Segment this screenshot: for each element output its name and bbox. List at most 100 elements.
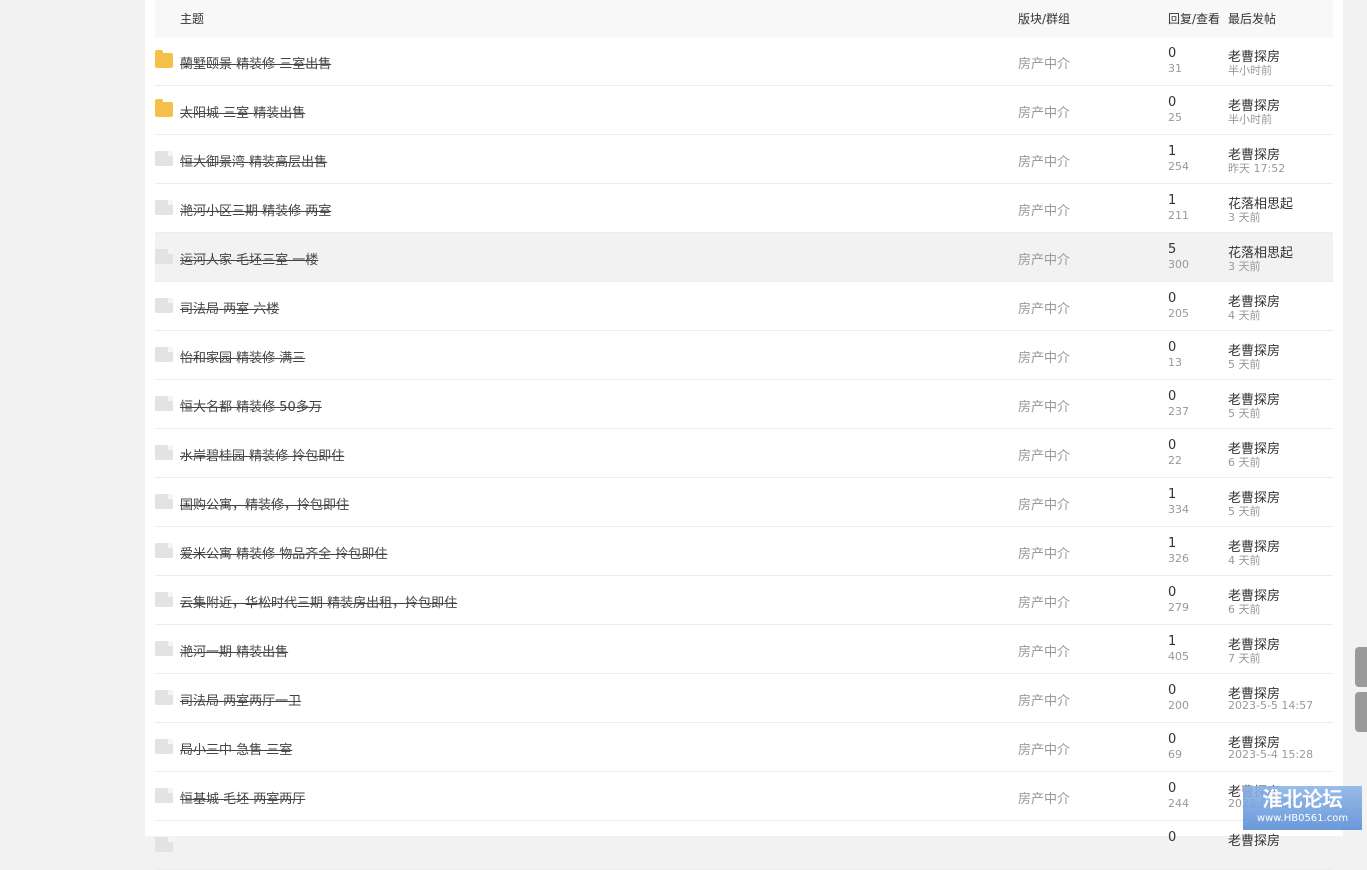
thread-title-link[interactable]: 恒基城 毛坯 两室两厅 (180, 788, 305, 807)
file-gray-icon[interactable] (155, 543, 173, 558)
thread-forum-link[interactable]: 房产中介 (1018, 151, 1070, 170)
thread-forum-link[interactable]: 房产中介 (1018, 249, 1070, 268)
thread-forum-link[interactable]: 房产中介 (1018, 788, 1070, 807)
thread-title-link[interactable]: 水岸碧桂园 精装修 拎包即住 (180, 445, 344, 464)
view-count: 237 (1168, 405, 1189, 418)
table-row[interactable]: 0 老曹探房 (155, 821, 1333, 870)
file-gray-icon[interactable] (155, 494, 173, 509)
table-row[interactable]: 滟河一期 精装出售 房产中介 1 405 老曹探房 7 天前 (155, 625, 1333, 674)
last-post-time[interactable]: 6 天前 (1228, 601, 1261, 617)
reply-count: 0 (1168, 340, 1177, 355)
side-float-button-top[interactable] (1355, 647, 1367, 687)
thread-title-link[interactable]: 滟河一期 精装出售 (180, 641, 288, 660)
header-subject: 主题 (180, 12, 205, 26)
thread-title-link[interactable]: 司法局 两室两厅一卫 (180, 690, 301, 709)
last-post-time[interactable]: 4 天前 (1228, 552, 1261, 568)
thread-title-link[interactable]: 恒大名都 精装修 50多万 (180, 396, 322, 415)
thread-title-link[interactable]: 恒大御景湾 精装高层出售 (180, 151, 327, 170)
thread-title-link[interactable]: 云集附近，华松时代三期 精装房出租，拎包即住 (180, 592, 457, 611)
file-gray-icon[interactable] (155, 249, 173, 264)
view-count: 211 (1168, 209, 1189, 222)
file-gray-icon[interactable] (155, 200, 173, 215)
file-gray-icon[interactable] (155, 641, 173, 656)
table-row[interactable]: 爱米公寓 精装修 物品齐全 拎包即住 房产中介 1 326 老曹探房 4 天前 (155, 527, 1333, 576)
thread-title-link[interactable]: 局小三中 急售 三室 (180, 739, 292, 758)
thread-forum-link[interactable]: 房产中介 (1018, 102, 1070, 121)
last-post-time[interactable]: 6 天前 (1228, 454, 1261, 470)
reply-count: 0 (1168, 830, 1177, 845)
last-post-time[interactable]: 半小时前 (1228, 62, 1272, 78)
file-gray-icon[interactable] (155, 592, 173, 607)
file-gray-icon[interactable] (155, 396, 173, 411)
thread-title-link[interactable]: 运河人家 毛坯三室 一楼 (180, 249, 318, 268)
thread-forum-link[interactable]: 房产中介 (1018, 347, 1070, 366)
thread-title-link[interactable]: 蘭墅颐景 精装修 三室出售 (180, 53, 331, 72)
file-gray-icon[interactable] (155, 837, 173, 852)
thread-title-link[interactable]: 爱米公寓 精装修 物品齐全 拎包即住 (180, 543, 387, 562)
thread-forum-link[interactable]: 房产中介 (1018, 53, 1070, 72)
thread-title-link[interactable]: 国购公寓，精装修，拎包即住 (180, 494, 349, 513)
thread-title-link[interactable]: 滟河小区三期 精装修 两室 (180, 200, 331, 219)
table-row[interactable]: 水岸碧桂园 精装修 拎包即住 房产中介 0 22 老曹探房 6 天前 (155, 429, 1333, 478)
file-gray-icon[interactable] (155, 151, 173, 166)
last-post-time[interactable]: 5 天前 (1228, 503, 1261, 519)
file-gray-icon[interactable] (155, 739, 173, 754)
thread-title-link[interactable]: 司法局 两室 六楼 (180, 298, 279, 317)
last-post-time[interactable]: 昨天 17:52 (1228, 160, 1285, 176)
watermark-title: 淮北论坛 (1262, 787, 1343, 811)
thread-forum-link[interactable]: 房产中介 (1018, 396, 1070, 415)
thread-forum-link[interactable]: 房产中介 (1018, 592, 1070, 611)
last-post-time[interactable]: 7 天前 (1228, 650, 1261, 666)
thread-forum-link[interactable]: 房产中介 (1018, 641, 1070, 660)
folder-yellow-icon[interactable] (155, 50, 173, 68)
table-header: 主题 版块/群组 回复/查看 最后发帖 (155, 0, 1333, 37)
table-row[interactable]: 云集附近，华松时代三期 精装房出租，拎包即住 房产中介 0 279 老曹探房 6 天前 (155, 576, 1333, 625)
thread-forum-link[interactable]: 房产中介 (1018, 690, 1070, 709)
reply-count: 0 (1168, 95, 1177, 110)
header-last-post[interactable]: 最后发帖 (1228, 10, 1276, 27)
thread-title-link[interactable]: 怡和家园 精装修 满三 (180, 347, 305, 366)
thread-forum-link[interactable]: 房产中介 (1018, 739, 1070, 758)
last-post-time[interactable]: 2023-5-4 15:28 (1228, 748, 1313, 761)
last-post-time[interactable]: 半小时前 (1228, 111, 1272, 127)
table-row[interactable]: 恒大名都 精装修 50多万 房产中介 0 237 老曹探房 5 天前 (155, 380, 1333, 429)
thread-forum-link[interactable]: 房产中介 (1018, 543, 1070, 562)
table-row[interactable]: 恒大御景湾 精装高层出售 房产中介 1 254 老曹探房 昨天 17:52 (155, 135, 1333, 184)
thread-forum-link[interactable]: 房产中介 (1018, 200, 1070, 219)
thread-forum-link[interactable]: 房产中介 (1018, 298, 1070, 317)
view-count: 244 (1168, 797, 1189, 810)
header-forum: 版块/群组 (1018, 12, 1071, 26)
last-post-time[interactable]: 5 天前 (1228, 356, 1261, 372)
table-row[interactable]: 太阳城 三室 精装出售 房产中介 0 25 老曹探房 半小时前 (155, 86, 1333, 135)
view-count: 279 (1168, 601, 1189, 614)
thread-forum-link[interactable]: 房产中介 (1018, 494, 1070, 513)
reply-count: 0 (1168, 389, 1177, 404)
folder-yellow-icon[interactable] (155, 99, 173, 117)
table-row[interactable]: 国购公寓，精装修，拎包即住 房产中介 1 334 老曹探房 5 天前 (155, 478, 1333, 527)
last-post-time[interactable]: 3 天前 (1228, 258, 1261, 274)
table-row[interactable]: 司法局 两室两厅一卫 房产中介 0 200 老曹探房 2023-5-5 14:57 (155, 674, 1333, 723)
last-post-time[interactable]: 5 天前 (1228, 405, 1261, 421)
last-post-time[interactable]: 4 天前 (1228, 307, 1261, 323)
thread-forum-link[interactable]: 房产中介 (1018, 445, 1070, 464)
table-row[interactable]: 蘭墅颐景 精装修 三室出售 房产中介 0 31 老曹探房 半小时前 (155, 37, 1333, 86)
file-gray-icon[interactable] (155, 788, 173, 803)
file-gray-icon[interactable] (155, 298, 173, 313)
file-gray-icon[interactable] (155, 445, 173, 460)
side-float-button-bottom[interactable] (1355, 692, 1367, 732)
table-row[interactable]: 运河人家 毛坯三室 一楼 房产中介 5 300 花落相思起 3 天前 (155, 233, 1333, 282)
last-post-time[interactable]: 2023-5-5 14:57 (1228, 699, 1313, 712)
view-count: 334 (1168, 503, 1189, 516)
table-row[interactable]: 怡和家园 精装修 满三 房产中介 0 13 老曹探房 5 天前 (155, 331, 1333, 380)
last-post-author-link[interactable]: 老曹探房 (1228, 830, 1280, 849)
file-gray-icon[interactable] (155, 347, 173, 362)
table-row[interactable]: 局小三中 急售 三室 房产中介 0 69 老曹探房 2023-5-4 15:28 (155, 723, 1333, 772)
table-row[interactable]: 恒基城 毛坯 两室两厅房产中介0244老曹探房2023-5-4 15:18 (155, 772, 1333, 821)
thread-title-link[interactable]: 太阳城 三室 精装出售 (180, 102, 305, 121)
reply-count: 0 (1168, 781, 1177, 796)
view-count: 254 (1168, 160, 1189, 173)
file-gray-icon[interactable] (155, 690, 173, 705)
table-row[interactable]: 司法局 两室 六楼 房产中介 0 205 老曹探房 4 天前 (155, 282, 1333, 331)
table-row[interactable]: 滟河小区三期 精装修 两室 房产中介 1 211 花落相思起 3 天前 (155, 184, 1333, 233)
last-post-time[interactable]: 3 天前 (1228, 209, 1261, 225)
